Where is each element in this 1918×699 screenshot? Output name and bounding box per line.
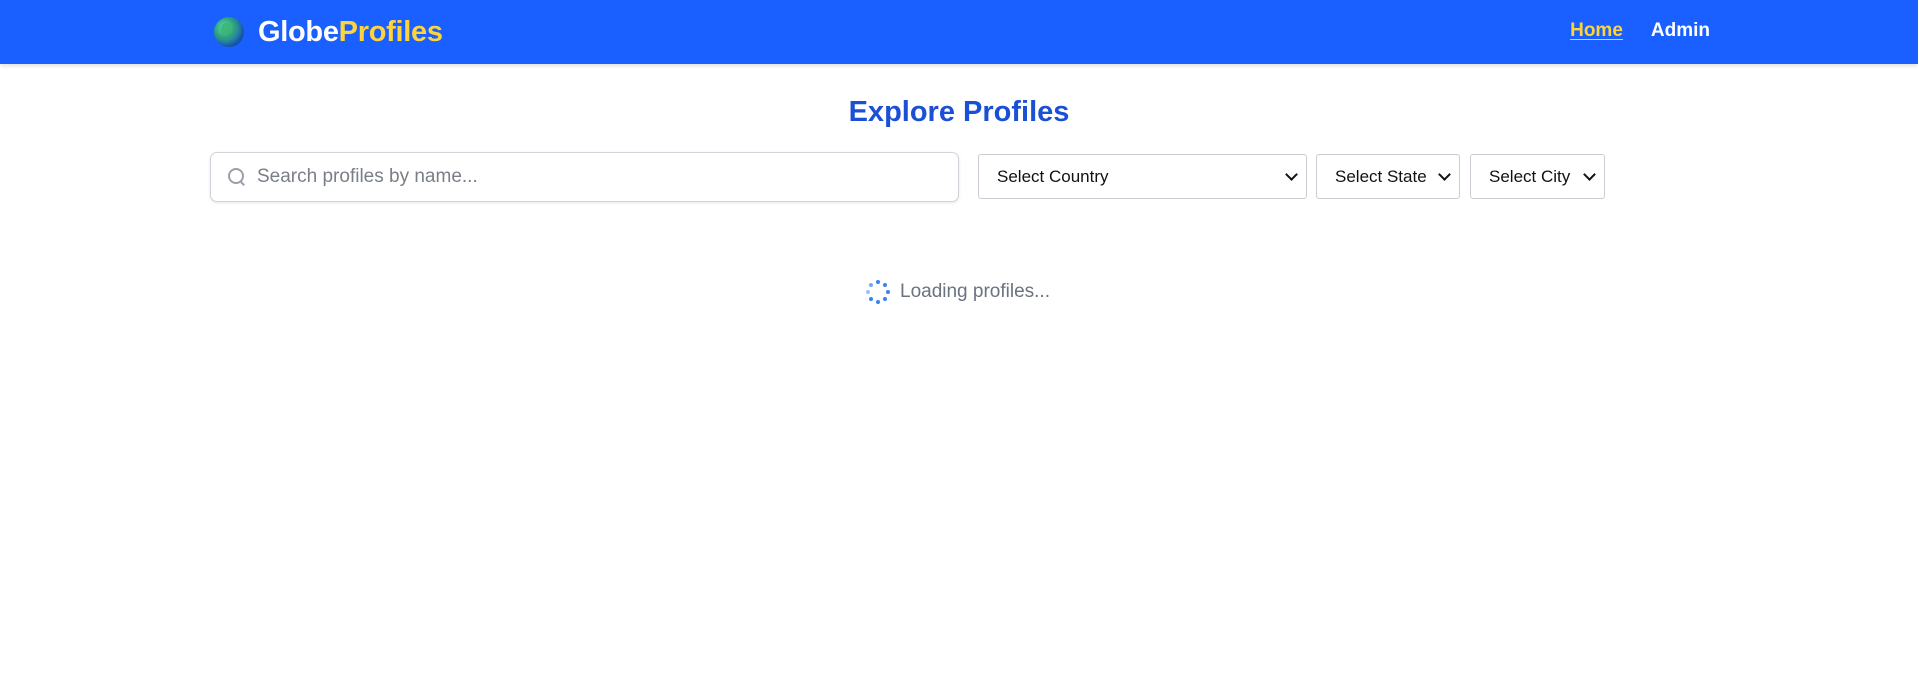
navbar: GlobeProfiles Home Admin [0, 0, 1918, 64]
search-input[interactable] [257, 166, 937, 188]
state-select[interactable]: Select State [1316, 154, 1460, 199]
globe-icon [214, 17, 244, 47]
city-select[interactable]: Select City [1470, 154, 1605, 199]
country-select[interactable]: Select Country [978, 154, 1307, 199]
brand-name-part1: Globe [258, 15, 339, 48]
brand-name-part2: Profiles [338, 15, 443, 48]
page-title: Explore Profiles [848, 96, 1070, 128]
country-select-label: Select Country [997, 166, 1109, 186]
search-box[interactable] [210, 152, 959, 202]
loading-text: Loading profiles... [900, 281, 1050, 302]
loading-indicator: Loading profiles... [866, 280, 1050, 304]
state-select-label: Select State [1335, 166, 1427, 186]
city-select-label: Select City [1489, 166, 1571, 186]
brand-logo[interactable]: GlobeProfiles [214, 14, 443, 50]
chevron-down-icon [1285, 168, 1298, 181]
chevron-down-icon [1583, 168, 1596, 181]
brand-name: GlobeProfiles [258, 16, 443, 49]
nav-links: Home Admin [1570, 20, 1710, 42]
nav-link-admin[interactable]: Admin [1651, 20, 1710, 42]
chevron-down-icon [1438, 168, 1451, 181]
spinner-icon [866, 280, 890, 304]
nav-link-home[interactable]: Home [1570, 20, 1623, 42]
search-icon [227, 167, 247, 187]
